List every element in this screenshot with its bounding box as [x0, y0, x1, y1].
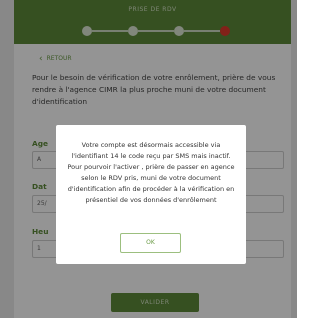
ok-button[interactable]: OK: [120, 233, 181, 253]
dialog-message: Votre compte est désormais accessible vi…: [67, 141, 235, 204]
info-dialog: Votre compte est désormais accessible vi…: [56, 125, 246, 264]
screen-background: PRISE DE RDV ‹ RETOUR Pour le besoin de …: [0, 0, 297, 318]
